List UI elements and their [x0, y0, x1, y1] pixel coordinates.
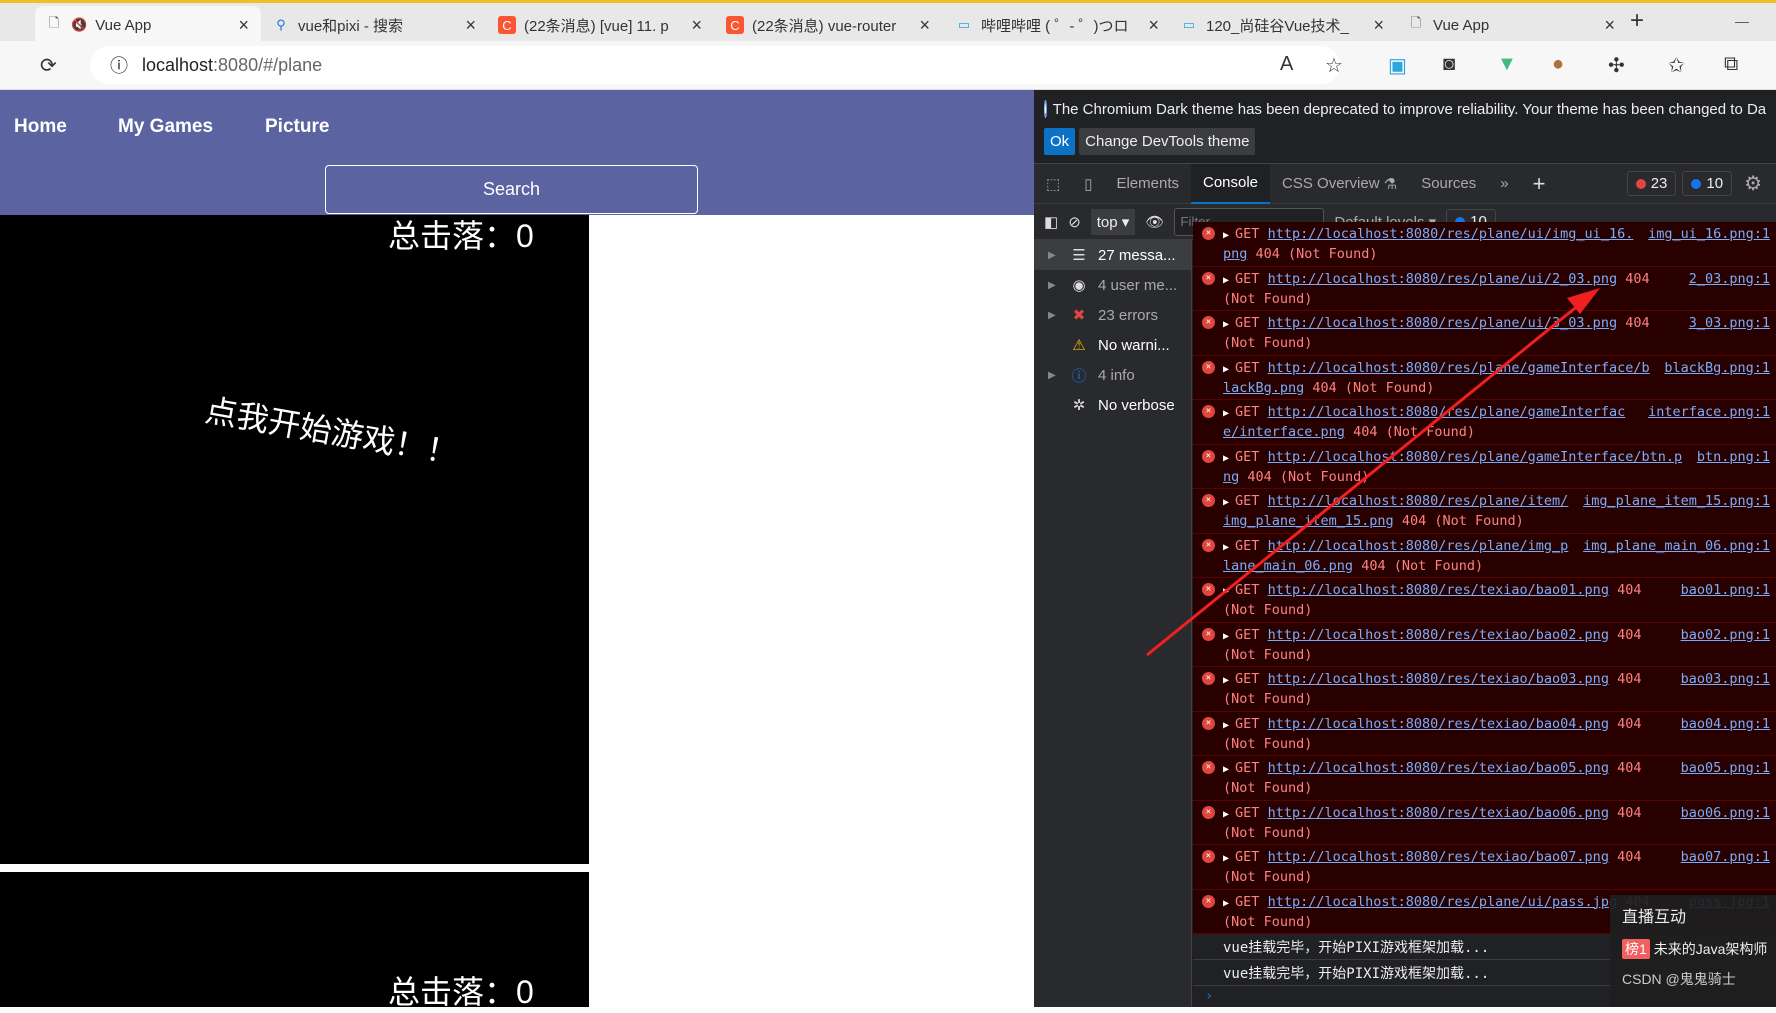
rank-user: 未来的Java架构师 — [1653, 941, 1768, 957]
red-annotation-arrow — [1146, 288, 1600, 657]
overlay-title: 直播互动 — [1622, 909, 1687, 926]
rank-badge: 榜1 — [1622, 939, 1650, 959]
watermark: CSDN @鬼鬼骑士 — [1622, 971, 1736, 987]
live-interaction-overlay: 直播互动 榜1 未来的Java架构师 CSDN @鬼鬼骑士 — [1610, 895, 1776, 1007]
